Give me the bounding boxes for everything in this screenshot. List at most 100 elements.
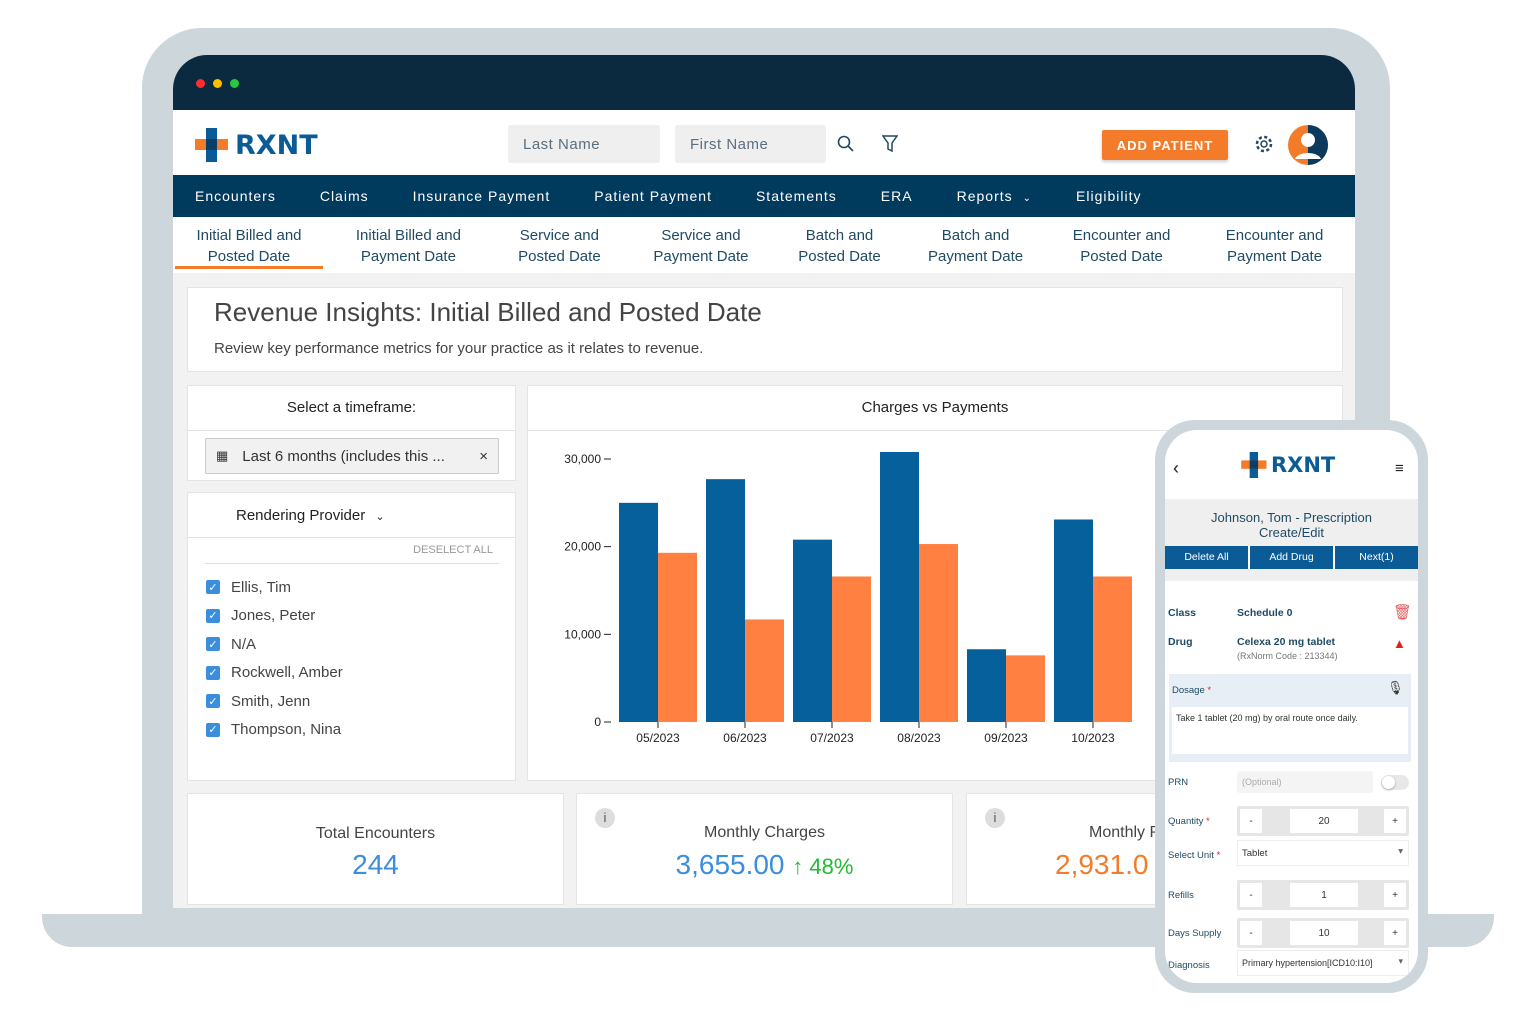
x-tick-label: 07/2023 (810, 731, 854, 745)
nav-patient-payment[interactable]: Patient Payment (594, 188, 712, 204)
timeframe-label: Select a timeframe: (286, 399, 417, 416)
stat-card-monthly-charges: i Monthly Charges 3,655.00 ↑ 48% (576, 793, 953, 905)
caret-down-icon: ▾ (1398, 846, 1403, 857)
gear-icon[interactable] (1254, 134, 1274, 154)
clear-icon[interactable]: × (479, 448, 488, 465)
provider-card: Rendering Provider ⌄ DESELECT ALL ✓ Ellis… (187, 492, 516, 781)
payments-bar[interactable] (832, 576, 871, 722)
add-drug-button[interactable]: Add Drug (1250, 546, 1333, 569)
y-tick-label: 0 (594, 715, 601, 729)
delete-all-button[interactable]: Delete All (1165, 546, 1248, 569)
nav-claims[interactable]: Claims (320, 188, 369, 204)
payments-bar[interactable] (1093, 576, 1132, 722)
decrement-button[interactable]: - (1240, 809, 1262, 833)
page-header-card: Revenue Insights: Initial Billed and Pos… (187, 287, 1343, 372)
report-tab[interactable]: Batch and Payment Date (902, 217, 1049, 273)
page-title: Revenue Insights: Initial Billed and Pos… (214, 297, 762, 327)
provider-checkbox[interactable]: ✓ N/A (206, 630, 343, 659)
nav-era[interactable]: ERA (881, 188, 913, 204)
days-label: Days Supply (1168, 928, 1222, 939)
rendering-provider-dropdown[interactable]: Rendering Provider ⌄ (236, 507, 385, 524)
quantity-stepper: - 20 + (1237, 806, 1409, 836)
report-tab[interactable]: Batch and Posted Date (777, 217, 902, 273)
payments-bar[interactable] (745, 619, 784, 722)
report-tab[interactable]: Encounter and Payment Date (1194, 217, 1355, 273)
increment-button[interactable]: + (1384, 921, 1406, 945)
prn-toggle[interactable] (1381, 775, 1409, 790)
increment-button[interactable]: + (1384, 883, 1406, 907)
search-icon[interactable] (837, 135, 855, 153)
charges-bar[interactable] (1054, 519, 1093, 722)
class-value: Schedule 0 (1237, 607, 1293, 619)
report-tab[interactable]: Initial Billed and Posted Date (175, 217, 323, 269)
timeframe-card: Select a timeframe: ▦ Last 6 months (inc… (187, 385, 516, 481)
avatar[interactable] (1287, 124, 1329, 166)
filter-icon[interactable] (882, 135, 898, 153)
dosage-section: Dosage * 🎙 Take 1 tablet (20 mg) by oral… (1169, 674, 1411, 762)
caret-down-icon: ▾ (1398, 956, 1403, 966)
charges-bar[interactable] (706, 479, 745, 722)
provider-checkbox[interactable]: ✓ Ellis, Tim (206, 573, 343, 602)
close-dot[interactable] (196, 79, 205, 88)
unit-select[interactable]: Tablet ▾ (1237, 840, 1409, 866)
payments-bar[interactable] (658, 552, 697, 722)
chart-title: Charges vs Payments (861, 399, 1009, 416)
phone-screen: ‹ RXNT ≡ Johnson, Tom - Prescription Cre… (1165, 430, 1418, 983)
report-tab[interactable]: Service and Payment Date (625, 217, 777, 273)
report-tab[interactable]: Initial Billed and Payment Date (323, 217, 494, 273)
payments-bar[interactable] (1006, 655, 1045, 722)
minimize-dot[interactable] (213, 79, 222, 88)
trash-icon[interactable]: 🗑 (1393, 603, 1412, 621)
diagnosis-select[interactable]: Primary hypertension[ICD10:I10] ▾ (1237, 950, 1409, 976)
report-tab[interactable]: Service and Posted Date (494, 217, 625, 273)
timeframe-select[interactable]: ▦ Last 6 months (includes this ... × (205, 438, 499, 474)
checkbox-checked-icon: ✓ (206, 694, 220, 709)
nav-encounters[interactable]: Encounters (195, 188, 276, 204)
nav-statements[interactable]: Statements (756, 188, 837, 204)
next-button[interactable]: Next(1) (1335, 546, 1418, 569)
refills-input[interactable]: 1 (1290, 883, 1358, 907)
main-nav: Encounters Claims Insurance Payment Pati… (173, 175, 1355, 217)
chevron-down-icon: ⌄ (1022, 193, 1033, 204)
charges-bar[interactable] (793, 539, 832, 722)
days-input[interactable]: 10 (1290, 921, 1358, 945)
maximize-dot[interactable] (230, 79, 239, 88)
decrement-button[interactable]: - (1240, 921, 1262, 945)
provider-checkbox[interactable]: ✓ Thompson, Nina (206, 716, 343, 745)
x-tick-label: 06/2023 (723, 731, 767, 745)
menu-icon[interactable]: ≡ (1395, 460, 1404, 477)
back-icon[interactable]: ‹ (1173, 458, 1179, 479)
report-tab[interactable]: Encounter and Posted Date (1049, 217, 1194, 273)
x-tick-label: 08/2023 (897, 731, 941, 745)
y-tick-label: 10,000 (564, 627, 601, 641)
warning-icon[interactable]: ▲ (1393, 636, 1406, 651)
nav-insurance-payment[interactable]: Insurance Payment (413, 188, 551, 204)
first-name-input[interactable]: First Name (675, 125, 826, 163)
rxnt-logo[interactable]: RXNT (195, 128, 318, 162)
charges-bar[interactable] (880, 451, 919, 722)
prn-input[interactable]: (Optional) (1237, 771, 1373, 793)
charges-bar[interactable] (619, 502, 658, 722)
increment-button[interactable]: + (1384, 809, 1406, 833)
payments-bar[interactable] (919, 544, 958, 722)
microphone-icon[interactable]: 🎙 (1387, 680, 1404, 696)
nav-eligibility[interactable]: Eligibility (1076, 188, 1141, 204)
charges-bar[interactable] (967, 649, 1006, 722)
chevron-down-icon: ⌄ (375, 511, 385, 523)
phone-title: Johnson, Tom - Prescription Create/Edit (1165, 499, 1418, 546)
decrement-button[interactable]: - (1240, 883, 1262, 907)
quantity-input[interactable]: 20 (1290, 809, 1358, 833)
y-tick-label: 30,000 (564, 452, 601, 466)
provider-checkbox[interactable]: ✓ Jones, Peter (206, 602, 343, 631)
last-name-input[interactable]: Last Name (508, 125, 660, 163)
info-icon[interactable]: i (985, 808, 1005, 828)
nav-reports[interactable]: Reports ⌄ (957, 188, 1032, 204)
dosage-textarea[interactable]: Take 1 tablet (20 mg) by oral route once… (1172, 707, 1408, 754)
stat-label: Monthly Charges (704, 824, 825, 841)
checkbox-checked-icon: ✓ (206, 608, 220, 623)
provider-checkbox[interactable]: ✓ Rockwell, Amber (206, 659, 343, 688)
add-patient-button[interactable]: ADD PATIENT (1102, 130, 1228, 160)
provider-checkbox[interactable]: ✓ Smith, Jenn (206, 687, 343, 716)
deselect-all-link[interactable]: DESELECT ALL (413, 544, 493, 556)
rxnorm-code: (RxNorm Code : 213344) (1237, 651, 1338, 661)
